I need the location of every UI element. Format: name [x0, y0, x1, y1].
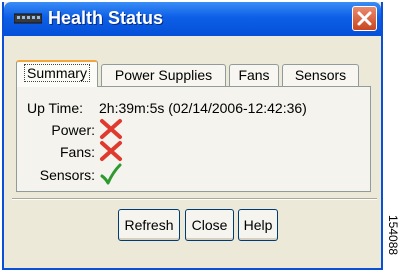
sensors-label: Sensors:: [39, 167, 95, 183]
figure-id-label: 154088: [386, 215, 400, 256]
refresh-button[interactable]: Refresh: [118, 209, 180, 241]
uptime-value: 2h:39m:5s (02/14/2006-12:42:36): [99, 100, 307, 116]
tab-power-supplies[interactable]: Power Supplies: [101, 64, 226, 86]
summary-panel: Up Time: 2h:39m:5s (02/14/2006-12:42:36)…: [16, 86, 371, 192]
green-check-icon: [100, 163, 122, 185]
close-icon: [357, 11, 372, 26]
tab-summary[interactable]: Summary: [16, 60, 98, 87]
red-x-icon: [100, 141, 122, 161]
fans-label: Fans:: [59, 144, 95, 160]
close-button[interactable]: Close: [185, 209, 234, 241]
power-label: Power:: [51, 122, 95, 138]
device-icon: [14, 13, 42, 24]
red-x-icon: [100, 119, 122, 139]
close-window-button[interactable]: [352, 6, 377, 31]
tab-fans[interactable]: Fans: [229, 64, 279, 86]
window-title: Health Status: [48, 8, 164, 28]
uptime-label: Up Time:: [27, 100, 84, 116]
health-status-window: Health Status Summary Power Supplies Fan…: [2, 2, 383, 270]
help-button[interactable]: Help: [238, 209, 278, 241]
button-separator: [12, 198, 377, 200]
title-bar[interactable]: Health Status: [4, 2, 381, 36]
tab-sensors[interactable]: Sensors: [282, 64, 359, 86]
tab-summary-label: Summary: [24, 64, 90, 82]
